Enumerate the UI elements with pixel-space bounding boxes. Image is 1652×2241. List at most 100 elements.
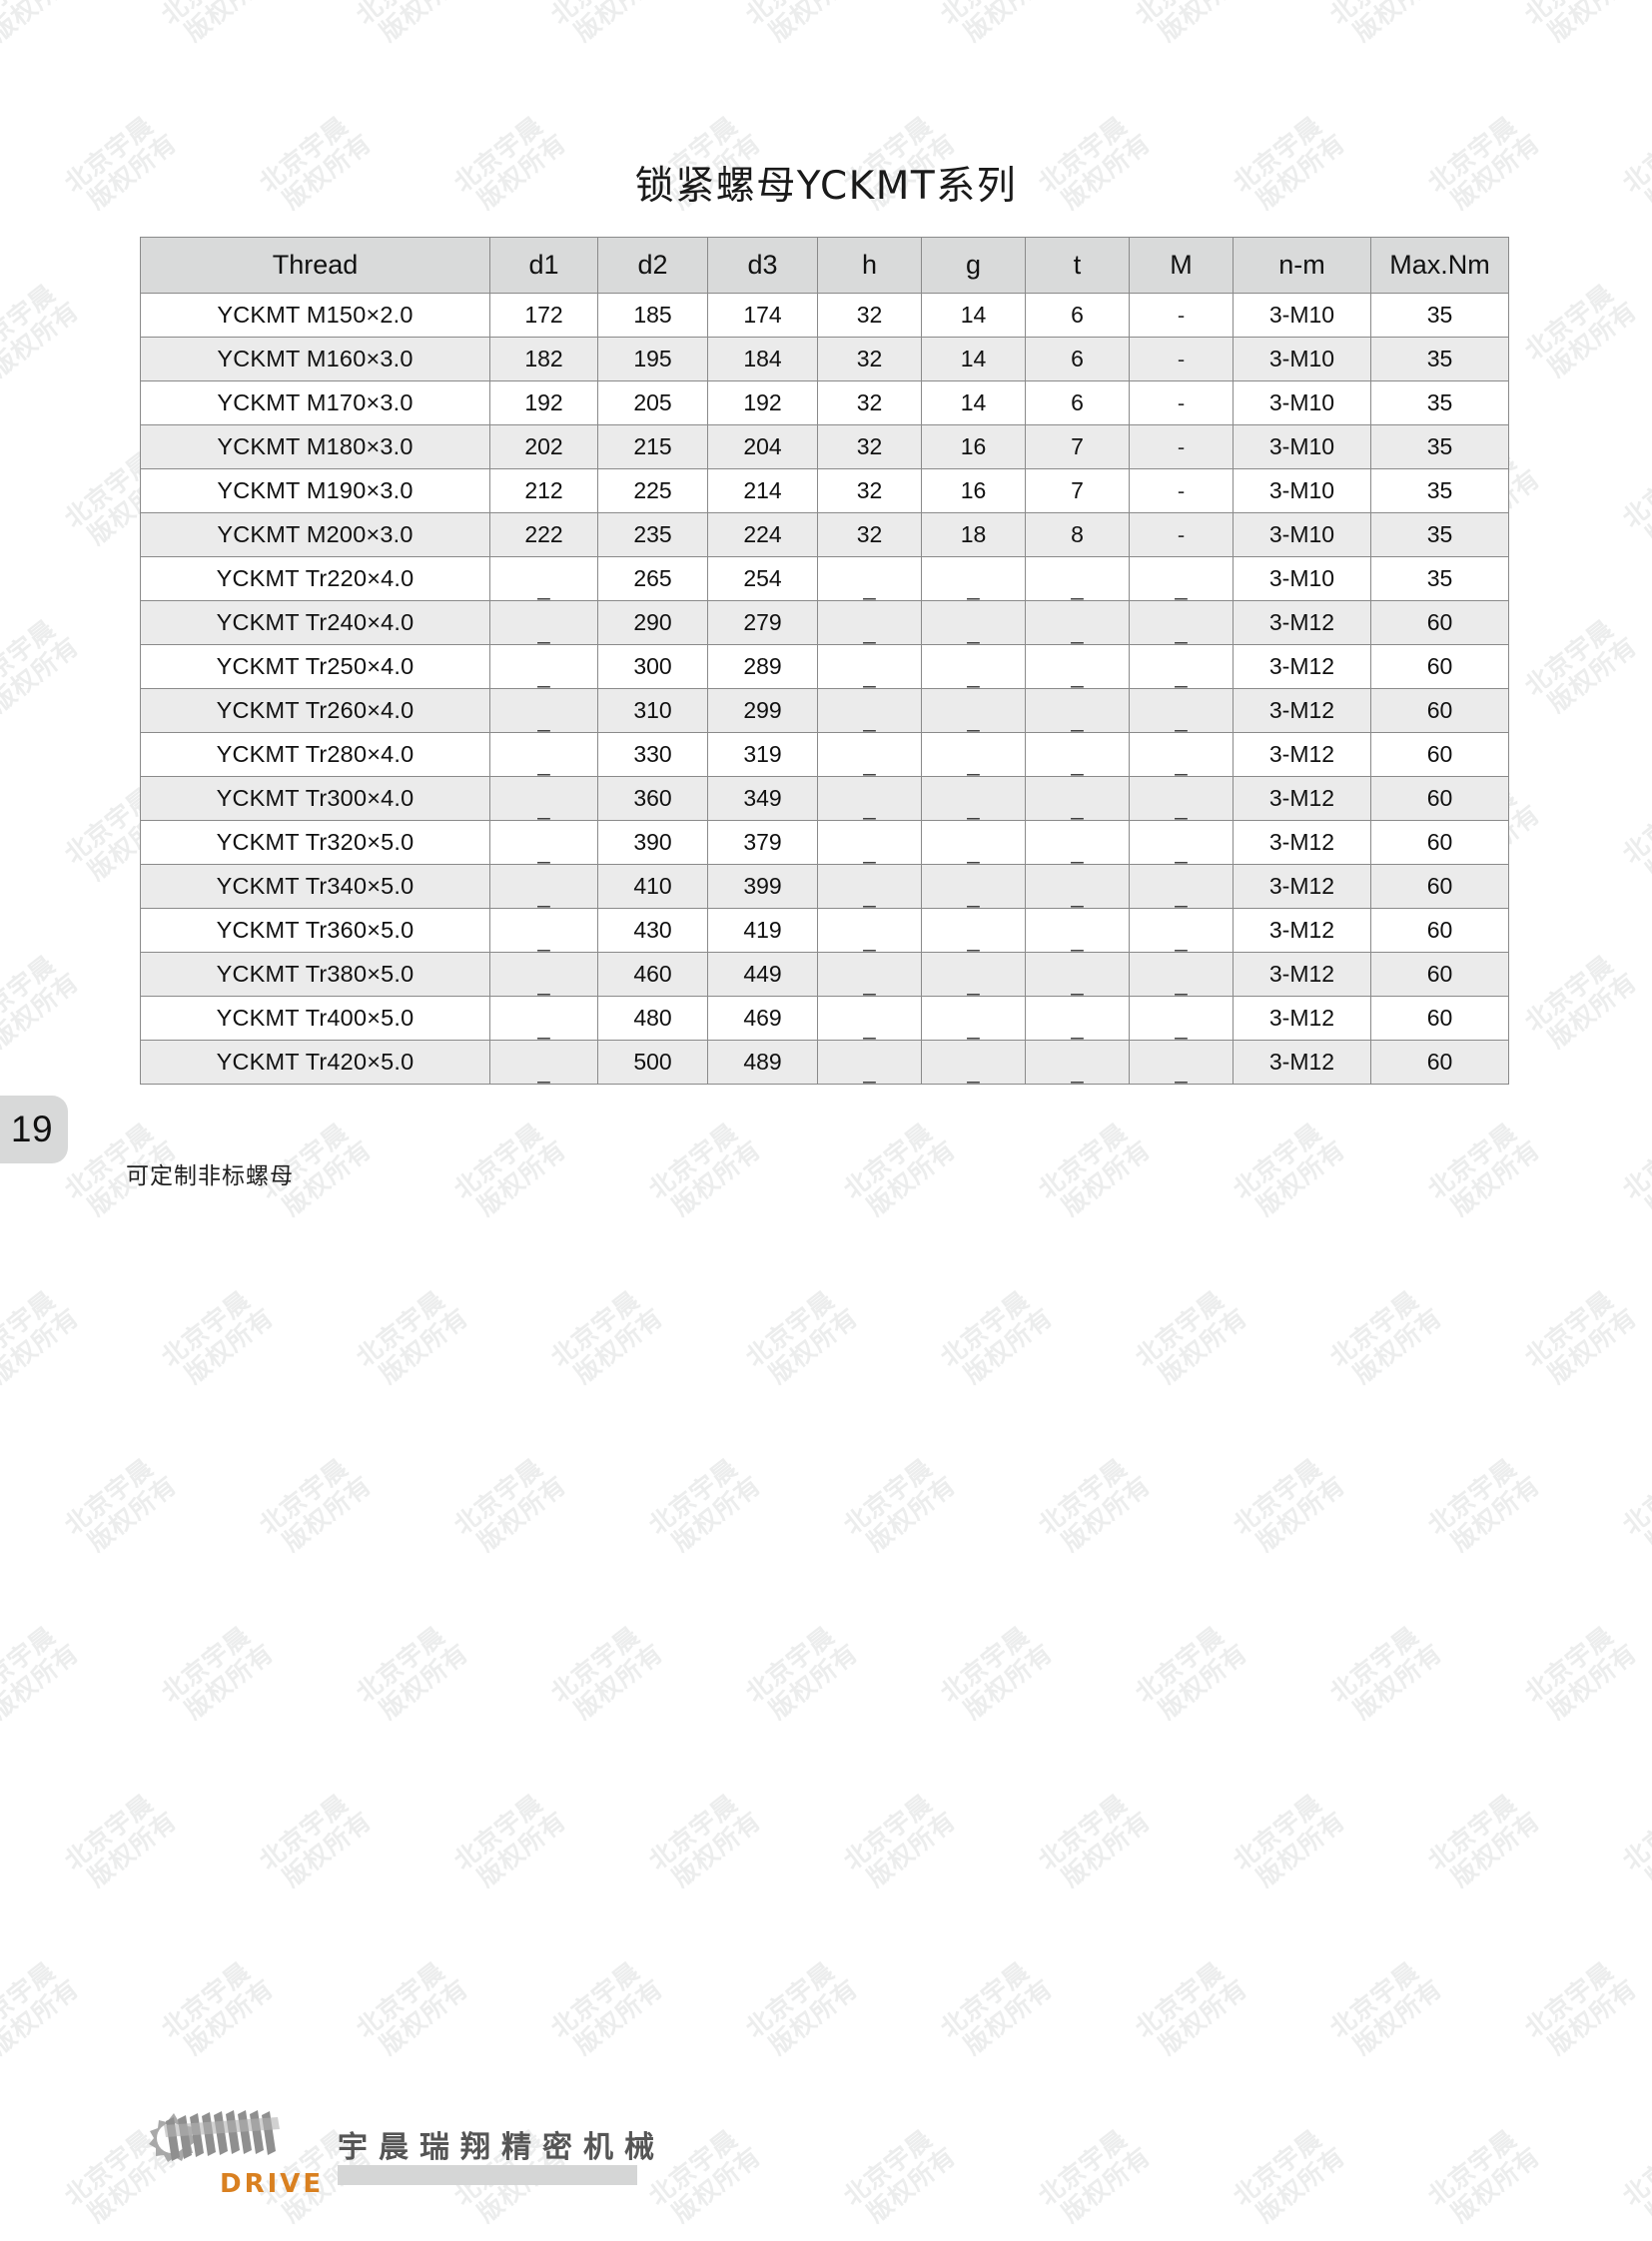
cell-g: _	[921, 688, 1026, 733]
column-header-h: h	[817, 237, 922, 294]
dash-mark: _	[1175, 971, 1188, 996]
dash-mark: _	[1071, 751, 1084, 776]
spec-table-container: Thread d1 d2 d3 h g t Mn-m Max.Nm YCKMT M150×2.0…	[140, 237, 1509, 1085]
cell-d1: _	[489, 556, 598, 601]
dash-mark: _	[967, 1015, 980, 1040]
cell-h: _	[817, 732, 922, 777]
dash-mark: _	[863, 707, 876, 732]
cell-thread: YCKMT Tr360×5.0	[140, 908, 490, 953]
dash-mark: _	[1175, 795, 1188, 820]
cell-max_nm: 35	[1370, 293, 1509, 338]
dash-mark: _	[537, 751, 550, 776]
cell-d3: 184	[707, 337, 818, 381]
cell-h: _	[817, 820, 922, 865]
dash-mark: _	[863, 883, 876, 908]
cell-d2: 480	[597, 996, 708, 1041]
cell-t: _	[1025, 908, 1130, 953]
cell-d1: 182	[489, 337, 598, 381]
dash-mark: _	[1175, 619, 1188, 644]
dash-mark: _	[1175, 663, 1188, 688]
dash-mark: _	[537, 971, 550, 996]
cell-M: _	[1129, 864, 1234, 909]
cell-g: 16	[921, 424, 1026, 469]
cell-h: 32	[817, 512, 922, 557]
cell-thread: YCKMT M200×3.0	[140, 512, 490, 557]
cell-g: _	[921, 952, 1026, 997]
table-header: Thread d1 d2 d3 h g t Mn-m Max.Nm	[140, 237, 1509, 294]
page-number-badge: 19	[0, 1096, 68, 1163]
cell-thread: YCKMT M190×3.0	[140, 468, 490, 513]
dash-mark: _	[967, 795, 980, 820]
cell-t: _	[1025, 952, 1130, 997]
cell-d2: 290	[597, 600, 708, 645]
dash-mark: _	[537, 1059, 550, 1084]
cell-M: _	[1129, 776, 1234, 821]
cell-max_nm: 35	[1370, 468, 1509, 513]
table-row: YCKMT Tr360×5.0 _ 430 419 _ _ _ _ 3-M12 60	[140, 908, 1509, 953]
cell-d1: _	[489, 600, 598, 645]
cell-t: 6	[1025, 293, 1130, 338]
cell-M: -	[1129, 512, 1234, 557]
dash-mark: _	[1175, 707, 1188, 732]
cell-M: _	[1129, 996, 1234, 1041]
cell-thread: YCKMT Tr220×4.0	[140, 556, 490, 601]
cell-d1: _	[489, 732, 598, 777]
dash-mark: _	[967, 971, 980, 996]
cell-t: _	[1025, 1040, 1130, 1085]
dash-mark: _	[863, 1015, 876, 1040]
cell-d2: 300	[597, 644, 708, 689]
cell-d3: 204	[707, 424, 818, 469]
cell-h: 32	[817, 293, 922, 338]
cell-t: 7	[1025, 468, 1130, 513]
table-row: YCKMT Tr340×5.0 _ 410 399 _ _ _ _ 3-M12 60	[140, 864, 1509, 909]
table-row: YCKMT M170×3.0 192 205 192 32 14 6-3-M10 35	[140, 380, 1509, 425]
dash-mark: _	[967, 619, 980, 644]
dash-mark: -	[1177, 478, 1186, 503]
table-row: YCKMT M180×3.0 202 215 204 32 16 7 - 3-M10 35	[140, 424, 1509, 469]
cell-nm: 3-M10	[1233, 293, 1371, 338]
cell-d1: _	[489, 688, 598, 733]
cell-nm: 3-M12	[1233, 996, 1371, 1041]
cell-nm: 3-M12	[1233, 1040, 1371, 1085]
cell-t: _	[1025, 600, 1130, 645]
cell-nm: 3-M10	[1233, 337, 1371, 381]
cell-M: _	[1129, 952, 1234, 997]
table-row: YCKMT M150×2.0 172 185 174 32 14 6 - 3-M10 35	[140, 293, 1509, 338]
dash-mark: -	[1177, 347, 1186, 372]
cell-d2: 310	[597, 688, 708, 733]
cell-g: _	[921, 644, 1026, 689]
table-row: YCKMT Tr260×4.0 _ 310 299 _ _ _ _ 3-M12 60	[140, 688, 1509, 733]
table-row: YCKMT Tr320×5.0 _ 390 379 _ _ _ _ 3-M12 60	[140, 820, 1509, 865]
cell-max_nm: 35	[1370, 380, 1509, 425]
cell-max_nm: 60	[1370, 864, 1509, 909]
cell-nm: 3-M12	[1233, 732, 1371, 777]
cell-h: 32	[817, 424, 922, 469]
cell-d2: 265	[597, 556, 708, 601]
dash-mark: _	[1071, 883, 1084, 908]
dash-mark: _	[1071, 575, 1084, 600]
dash-mark: _	[967, 707, 980, 732]
cell-M: -	[1129, 424, 1234, 469]
cell-thread: YCKMT M170×3.0	[140, 380, 490, 425]
cell-thread: YCKMT M150×2.0	[140, 293, 490, 338]
cell-d3: 319	[707, 732, 818, 777]
dash-mark: -	[1177, 434, 1186, 459]
column-header-m: M	[1129, 237, 1234, 294]
cell-max_nm: 60	[1370, 952, 1509, 997]
cell-M: -	[1129, 380, 1234, 425]
dash-mark: _	[967, 751, 980, 776]
cell-d3: 299	[707, 688, 818, 733]
cell-h: 32	[817, 380, 922, 425]
dash-mark: -	[1177, 522, 1186, 547]
dash-mark: _	[967, 575, 980, 600]
dash-mark: _	[1071, 1015, 1084, 1040]
cell-M: _	[1129, 908, 1234, 953]
column-header-max-nm: Max.Nm	[1370, 237, 1509, 294]
cell-d3: 449	[707, 952, 818, 997]
cell-nm: 3-M10	[1233, 380, 1371, 425]
cell-thread: YCKMT Tr340×5.0	[140, 864, 490, 909]
page-number-label: 19	[10, 1109, 54, 1149]
dash-mark: _	[537, 663, 550, 688]
cell-d3: 254	[707, 556, 818, 601]
cell-M: _	[1129, 600, 1234, 645]
